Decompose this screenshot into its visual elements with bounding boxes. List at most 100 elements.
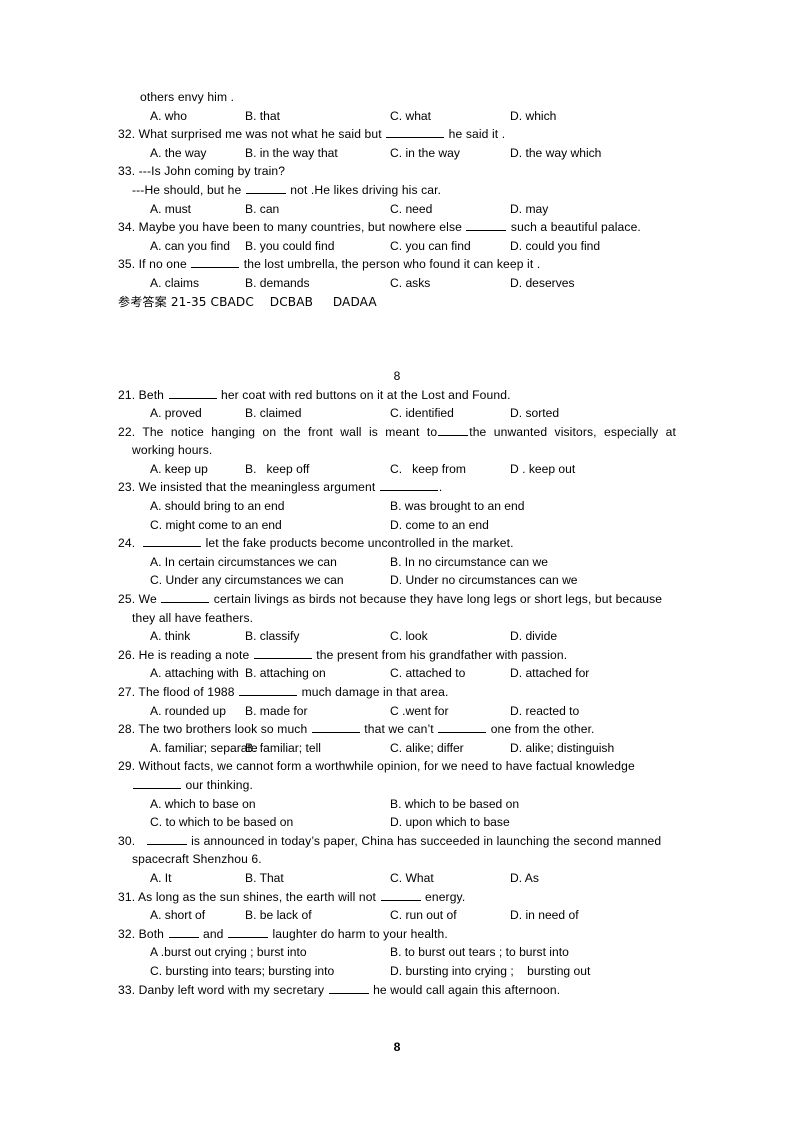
answer-blank[interactable] xyxy=(143,536,202,548)
option-c[interactable]: C. Under any circumstances we can xyxy=(150,571,344,590)
option-d[interactable]: D. Under no circumstances can we xyxy=(390,571,578,590)
option-d[interactable]: D. in need of xyxy=(510,906,579,925)
answer-blank[interactable] xyxy=(133,778,181,789)
option-d[interactable]: D. come to an end xyxy=(390,516,489,535)
option-b[interactable]: B. which to be based on xyxy=(390,795,519,814)
option-d[interactable]: D. the way which xyxy=(510,144,601,163)
page-number: 8 xyxy=(393,1040,401,1054)
option-d[interactable]: D. sorted xyxy=(510,404,559,423)
option-b[interactable]: B. in the way that xyxy=(245,144,338,163)
answer-blank[interactable] xyxy=(438,425,469,436)
option-a[interactable]: A. think xyxy=(150,627,190,646)
option-b[interactable]: B. In no circumstance can we xyxy=(390,553,548,572)
answer-blank[interactable] xyxy=(311,722,360,734)
option-a[interactable]: A. who xyxy=(150,107,187,126)
option-c[interactable]: C. what xyxy=(390,107,431,126)
answer-blank[interactable] xyxy=(191,257,240,269)
option-b[interactable]: B. made for xyxy=(245,702,308,721)
option-a[interactable]: A. It xyxy=(150,869,172,888)
option-a[interactable]: A. must xyxy=(150,200,191,219)
option-a[interactable]: A. can you find xyxy=(150,237,230,256)
option-b[interactable]: B. can xyxy=(245,200,279,219)
option-d[interactable]: D. which xyxy=(510,107,556,126)
option-b[interactable]: B. you could find xyxy=(245,237,334,256)
question-34-stem: 34. Maybe you have been to many countrie… xyxy=(118,218,676,237)
option-a[interactable]: A. familiar; separate xyxy=(150,739,258,758)
option-c[interactable]: C. attached to xyxy=(390,664,465,683)
option-d[interactable]: D. attached for xyxy=(510,664,589,683)
answer-blank[interactable] xyxy=(328,983,369,994)
answer-blank[interactable] xyxy=(466,220,507,232)
option-a[interactable]: A. In certain circumstances we can xyxy=(150,553,337,572)
option-d[interactable]: D. upon which to base xyxy=(390,813,510,832)
stem-pre: 26. He is reading a note xyxy=(118,647,253,662)
option-b[interactable]: B. demands xyxy=(245,274,310,293)
option-d[interactable]: D . keep out xyxy=(510,460,575,479)
option-d[interactable]: D. may xyxy=(510,200,548,219)
option-a[interactable]: A. keep up xyxy=(150,460,208,479)
option-b[interactable]: B. attaching on xyxy=(245,664,326,683)
answer-blank[interactable] xyxy=(380,890,421,901)
option-d[interactable]: D. deserves xyxy=(510,274,575,293)
option-b[interactable]: B. familiar; tell xyxy=(245,739,321,758)
answer-blank[interactable] xyxy=(386,127,445,139)
answer-blank[interactable] xyxy=(253,648,312,659)
option-b[interactable]: B. classify xyxy=(245,627,299,646)
answer-blank[interactable] xyxy=(168,927,199,938)
answer-blank[interactable] xyxy=(161,592,210,604)
stem-post: our thinking. xyxy=(182,777,253,792)
option-a[interactable]: A. short of xyxy=(150,906,205,925)
option-b[interactable]: B. was brought to an end xyxy=(390,497,524,516)
option-c[interactable]: C. to which to be based on xyxy=(150,813,293,832)
option-c[interactable]: C. in the way xyxy=(390,144,460,163)
option-a[interactable]: A. attaching with xyxy=(150,664,239,683)
question-33-stem-line2: ---He should, but he not .He likes drivi… xyxy=(118,181,676,200)
option-c[interactable]: C .went for xyxy=(390,702,448,721)
answer-blank-2[interactable] xyxy=(438,722,487,734)
option-c[interactable]: C. need xyxy=(390,200,432,219)
option-a[interactable]: A. should bring to an end xyxy=(150,497,284,516)
option-d[interactable]: D. alike; distinguish xyxy=(510,739,614,758)
option-b[interactable]: B. be lack of xyxy=(245,906,312,925)
question-28-stem: 28. The two brothers look so much that w… xyxy=(118,720,676,739)
option-c[interactable]: C. alike; differ xyxy=(390,739,464,758)
answer-blank-2[interactable] xyxy=(228,927,269,938)
question-28-options: A. familiar; separate B. familiar; tell … xyxy=(118,739,676,758)
option-a[interactable]: A. rounded up xyxy=(150,702,226,721)
option-b[interactable]: B. to burst out tears ; to burst into xyxy=(390,943,569,962)
option-d[interactable]: D. bursting into crying ; bursting out xyxy=(390,962,590,981)
option-b[interactable]: B. That xyxy=(245,869,284,888)
option-c[interactable]: C. What xyxy=(390,869,434,888)
answer-blank[interactable] xyxy=(146,834,187,845)
option-c[interactable]: C. you can find xyxy=(390,237,471,256)
option-c[interactable]: C. run out of xyxy=(390,906,457,925)
option-b[interactable]: B. that xyxy=(245,107,280,126)
option-d[interactable]: D. could you find xyxy=(510,237,600,256)
stem-post: the unwanted visitors, especially at xyxy=(469,424,676,439)
option-a[interactable]: A. the way xyxy=(150,144,206,163)
option-c[interactable]: C. bursting into tears; bursting into xyxy=(150,962,334,981)
option-d[interactable]: D. As xyxy=(510,869,539,888)
answer-blank[interactable] xyxy=(239,685,298,696)
stem-post: let the fake products become uncontrolle… xyxy=(202,536,514,551)
option-a[interactable]: A. claims xyxy=(150,274,199,293)
option-b[interactable]: B. claimed xyxy=(245,404,301,423)
answer-blank[interactable] xyxy=(168,388,217,399)
option-b[interactable]: B. keep off xyxy=(245,460,309,479)
option-a[interactable]: A. which to base on xyxy=(150,795,256,814)
option-a[interactable]: A. proved xyxy=(150,404,202,423)
option-c[interactable]: C. asks xyxy=(390,274,430,293)
question-23-stem: 23. We insisted that the meaningless arg… xyxy=(118,478,676,497)
question-29-options-row1: A. which to base on B. which to be based… xyxy=(118,795,676,814)
option-c[interactable]: C. might come to an end xyxy=(150,516,282,535)
option-d[interactable]: D. reacted to xyxy=(510,702,579,721)
option-c[interactable]: C. keep from xyxy=(390,460,466,479)
answer-blank[interactable] xyxy=(245,183,286,194)
option-c[interactable]: C. identified xyxy=(390,404,454,423)
stem-post: energy. xyxy=(421,889,466,904)
option-c[interactable]: C. look xyxy=(390,627,428,646)
stem-post: the present from his grandfather with pa… xyxy=(312,647,568,662)
option-a[interactable]: A .burst out crying ; burst into xyxy=(150,943,307,962)
option-d[interactable]: D. divide xyxy=(510,627,557,646)
answer-blank[interactable] xyxy=(379,481,438,492)
